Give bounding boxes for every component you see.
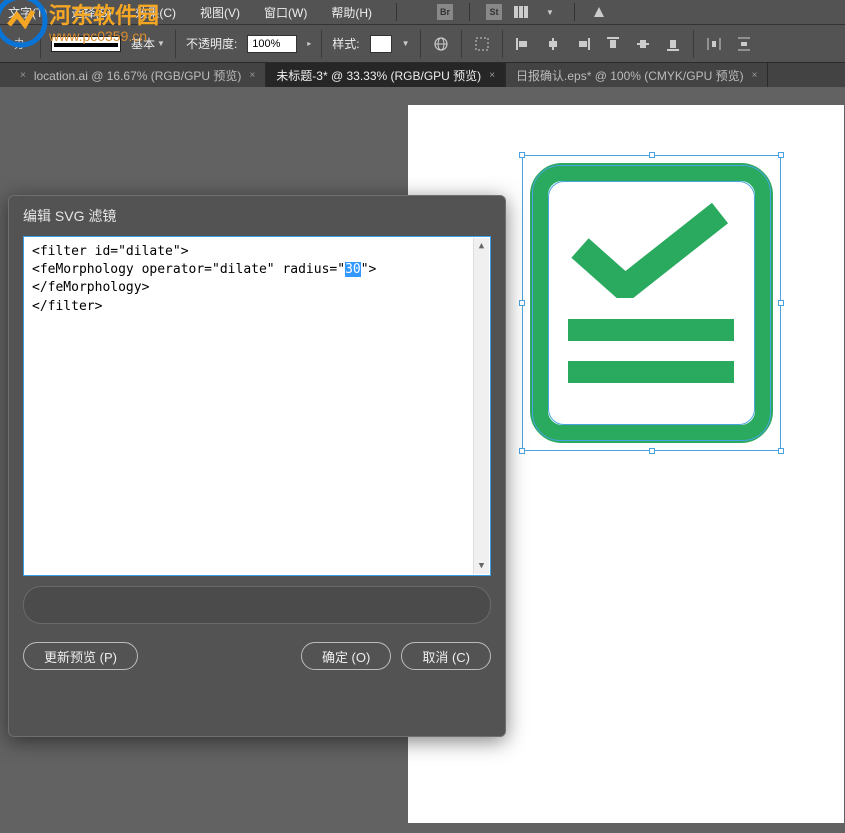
arrange-icon[interactable]	[514, 4, 530, 20]
stroke-preview[interactable]	[51, 36, 121, 52]
menu-select[interactable]: 选择(S)	[67, 2, 115, 23]
tab-label: 未标题-3* @ 33.33% (RGB/GPU 预览)	[276, 67, 481, 84]
align-hcenter-icon[interactable]	[543, 34, 563, 54]
svg-filter-dialog: 编辑 SVG 滤镜 <filter id="dilate"> <feMorpho…	[8, 195, 506, 737]
distribute-h-icon[interactable]	[704, 34, 724, 54]
separator	[396, 3, 397, 21]
stepper-icon[interactable]: ▸	[307, 39, 311, 48]
tab-untitled3[interactable]: 未标题-3* @ 33.33% (RGB/GPU 预览) ×	[266, 63, 506, 87]
code-selection: 30	[345, 262, 361, 277]
scroll-up-icon[interactable]: ▲	[474, 238, 489, 254]
scrollbar-vertical[interactable]: ▲ ▼	[473, 238, 489, 574]
stroke-style-dropdown[interactable]: 基本 ▼	[131, 35, 165, 52]
scroll-down-icon[interactable]: ▼	[474, 558, 489, 574]
separator	[420, 30, 421, 58]
menu-window[interactable]: 窗口(W)	[260, 2, 311, 23]
tab-close-icon[interactable]: ×	[489, 70, 495, 81]
menu-view[interactable]: 视图(V)	[196, 2, 244, 23]
align-left-icon[interactable]	[513, 34, 533, 54]
tab-location[interactable]: × location.ai @ 16.67% (RGB/GPU 预览) ×	[10, 63, 266, 87]
separator	[321, 30, 322, 58]
artwork-checklist-icon[interactable]	[530, 163, 773, 443]
code-line: <feMorphology operator="dilate" radius="	[32, 262, 345, 277]
options-bar: 办 基本 ▼ 不透明度: ▸ 样式: ▼	[0, 25, 845, 63]
style-label: 样式:	[332, 35, 359, 52]
separator	[461, 30, 462, 58]
menu-help[interactable]: 帮助(H)	[327, 2, 376, 23]
tab-close-icon[interactable]: ×	[20, 70, 26, 81]
code-editor[interactable]: <filter id="dilate"> <feMorphology opera…	[23, 236, 491, 576]
anchor-icon[interactable]: 办	[10, 34, 30, 54]
code-line: </filter>	[32, 299, 102, 314]
menu-text[interactable]: 文字(T)	[4, 2, 51, 23]
preview-area	[23, 586, 491, 624]
tab-close-icon[interactable]: ×	[752, 70, 758, 81]
tab-report[interactable]: 日报确认.eps* @ 100% (CMYK/GPU 预览) ×	[506, 63, 768, 87]
gpu-icon[interactable]	[591, 4, 607, 20]
code-line: <filter id="dilate">	[32, 244, 189, 259]
separator	[175, 30, 176, 58]
cancel-button[interactable]: 取消 (C)	[401, 642, 491, 670]
separator	[693, 30, 694, 58]
stock-icon[interactable]: St	[486, 4, 502, 20]
separator	[469, 3, 470, 21]
align-top-icon[interactable]	[603, 34, 623, 54]
opacity-label: 不透明度:	[186, 35, 237, 52]
tab-label: location.ai @ 16.67% (RGB/GPU 预览)	[34, 67, 242, 84]
align-vcenter-icon[interactable]	[633, 34, 653, 54]
opacity-input[interactable]	[247, 35, 297, 53]
transform-icon[interactable]	[472, 34, 492, 54]
align-right-icon[interactable]	[573, 34, 593, 54]
ok-button[interactable]: 确定 (O)	[301, 642, 391, 670]
chevron-down-icon[interactable]: ▼	[402, 39, 410, 48]
distribute-v-icon[interactable]	[734, 34, 754, 54]
menu-effect[interactable]: 效果(C)	[131, 2, 180, 23]
separator	[40, 30, 41, 58]
globe-icon[interactable]	[431, 34, 451, 54]
update-preview-button[interactable]: 更新预览 (P)	[23, 642, 138, 670]
chevron-down-icon[interactable]: ▼	[542, 4, 558, 20]
align-bottom-icon[interactable]	[663, 34, 683, 54]
tab-label: 日报确认.eps* @ 100% (CMYK/GPU 预览)	[516, 67, 744, 84]
document-tabs: × location.ai @ 16.67% (RGB/GPU 预览) × 未标…	[0, 63, 845, 87]
separator	[502, 30, 503, 58]
tab-close-icon[interactable]: ×	[249, 70, 255, 81]
bridge-icon[interactable]: Br	[437, 4, 453, 20]
dialog-title: 编辑 SVG 滤镜	[9, 196, 505, 234]
menu-bar: 文字(T) 选择(S) 效果(C) 视图(V) 窗口(W) 帮助(H) Br S…	[0, 0, 845, 25]
style-swatch[interactable]	[370, 35, 392, 53]
separator	[574, 3, 575, 21]
